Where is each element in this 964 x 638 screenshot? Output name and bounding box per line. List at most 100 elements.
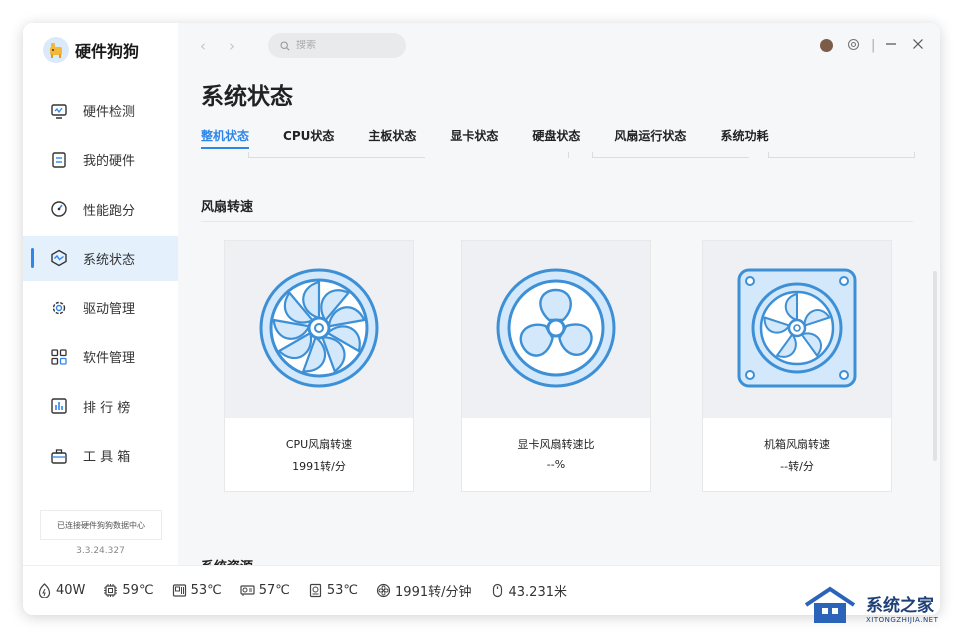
fan-card-gpu: 显卡风扇转速比 --% xyxy=(461,240,651,492)
card-edge xyxy=(768,157,915,158)
gear-icon xyxy=(50,299,68,317)
app-version: 3.3.24.327 xyxy=(76,546,125,556)
watermark-text-block: 系统之家 XITONGZHIJIA.NET xyxy=(866,591,938,624)
sidebar-item-label: 驱动管理 xyxy=(83,302,136,318)
avatar[interactable] xyxy=(820,39,833,52)
card-value: --% xyxy=(546,458,566,471)
gauge-icon xyxy=(50,200,68,218)
card-value: --转/分 xyxy=(780,460,814,473)
back-arrow-icon[interactable]: ‹ xyxy=(200,37,206,55)
stat-mouse-distance: 43.231米 xyxy=(490,581,568,600)
sidebar-item-my-hardware[interactable]: 我的硬件 xyxy=(23,137,178,182)
mouse-icon xyxy=(490,583,505,598)
sidebar-item-label: 性能跑分 xyxy=(83,203,136,219)
card-edge xyxy=(568,152,569,158)
disk-icon xyxy=(308,583,323,598)
card-value: 1991转/分 xyxy=(292,460,346,473)
stat-value: 59℃ xyxy=(122,583,154,598)
system-status-icon xyxy=(50,249,68,267)
forward-arrow-icon[interactable]: › xyxy=(229,37,235,55)
sidebar-item-benchmark[interactable]: 性能跑分 xyxy=(23,187,178,232)
connection-status: 已连接硬件狗狗数据中心 xyxy=(40,510,162,540)
section-title-fan-speed: 风扇转速 xyxy=(201,200,254,215)
title-bar: ‹ › | xyxy=(178,23,940,68)
tab-overall-status[interactable]: 整机状态 xyxy=(201,127,250,149)
close-icon[interactable] xyxy=(912,38,924,50)
watermark-subtitle: XITONGZHIJIA.NET xyxy=(866,615,939,624)
stat-motherboard-temp: 53℃ xyxy=(172,583,222,598)
stat-disk-temp: 53℃ xyxy=(308,583,358,598)
app-name: 硬件狗狗 xyxy=(75,42,140,61)
sidebar: 硬件狗狗 硬件检测 我的硬件 性能跑分 系统状态 驱动管理 软件管理 排 行 榜… xyxy=(23,23,178,565)
case-fan-icon xyxy=(735,266,859,394)
apps-grid-icon xyxy=(50,348,68,366)
sidebar-item-label: 硬件检测 xyxy=(83,105,136,120)
dog-logo-icon xyxy=(43,37,69,63)
stat-power: 40W xyxy=(37,583,85,598)
sidebar-item-label: 工 具 箱 xyxy=(83,450,131,466)
tab-power-consumption[interactable]: 系统功耗 xyxy=(720,127,768,149)
status-tabs: 整机状态 CPU状态 主板状态 显卡状态 硬盘状态 风扇运行状态 系统功耗 xyxy=(201,127,802,149)
scrollbar[interactable] xyxy=(933,271,937,461)
house-logo-icon xyxy=(800,585,860,629)
stat-value: 57℃ xyxy=(258,583,290,598)
cpu-fan-icon xyxy=(257,266,381,394)
tab-gpu-status[interactable]: 显卡状态 xyxy=(450,127,498,149)
monitor-icon xyxy=(50,102,68,120)
fan-icon xyxy=(376,583,391,598)
hardware-list-icon xyxy=(50,151,68,169)
cpu-chip-icon xyxy=(103,583,118,598)
app-window: 硬件狗狗 硬件检测 我的硬件 性能跑分 系统状态 驱动管理 软件管理 排 行 榜… xyxy=(23,23,940,615)
sidebar-item-system-status[interactable]: 系统状态 xyxy=(23,235,178,281)
watermark-title: 系统之家 xyxy=(866,595,934,616)
gpu-card-icon xyxy=(240,583,255,598)
stat-value: 53℃ xyxy=(190,583,222,598)
stat-fan-speed: 1991转/分钟 xyxy=(376,581,472,600)
card-edge xyxy=(592,157,749,158)
search-input[interactable] xyxy=(296,40,396,51)
settings-icon[interactable] xyxy=(847,38,860,51)
stat-cpu-temp: 59℃ xyxy=(103,583,154,598)
app-logo: 硬件狗狗 xyxy=(43,37,139,63)
sidebar-item-software-manage[interactable]: 软件管理 xyxy=(23,334,178,379)
minimize-icon[interactable] xyxy=(885,38,897,50)
power-icon xyxy=(37,583,52,598)
card-edge xyxy=(914,152,915,158)
toolbox-icon xyxy=(50,447,68,465)
motherboard-icon xyxy=(172,583,187,598)
sidebar-item-label: 我的硬件 xyxy=(83,154,136,170)
stat-value: 40W xyxy=(56,583,86,598)
section-title-system-resources: 系统资源 xyxy=(201,556,253,565)
ranking-icon xyxy=(50,397,68,415)
fan-card-case: 机箱风扇转速 --转/分 xyxy=(702,240,892,492)
sidebar-item-label: 软件管理 xyxy=(83,351,136,367)
card-edge xyxy=(248,157,425,158)
tab-disk-status[interactable]: 硬盘状态 xyxy=(532,127,580,149)
stat-value: 53℃ xyxy=(326,583,359,598)
sidebar-item-toolbox[interactable]: 工 具 箱 xyxy=(23,433,178,478)
page-title: 系统状态 xyxy=(201,84,293,110)
search-icon xyxy=(280,36,290,55)
card-label: 机箱风扇转速 xyxy=(764,438,830,451)
stat-gpu-temp: 57℃ xyxy=(240,583,290,598)
watermark: 系统之家 XITONGZHIJIA.NET xyxy=(800,585,938,629)
sidebar-item-label: 排 行 榜 xyxy=(83,400,131,416)
sidebar-nav: 硬件检测 我的硬件 性能跑分 系统状态 驱动管理 软件管理 排 行 榜 工 具 … xyxy=(23,88,178,482)
card-image xyxy=(462,241,650,418)
card-label: CPU风扇转速 xyxy=(285,438,353,451)
fan-card-cpu: CPU风扇转速 1991转/分 xyxy=(224,240,414,492)
section-divider xyxy=(201,221,913,222)
tab-fan-status[interactable]: 风扇运行状态 xyxy=(614,127,686,149)
tab-cpu-status[interactable]: CPU状态 xyxy=(283,127,334,149)
stat-value: 1991转/分钟 xyxy=(395,585,472,600)
main-content: ‹ › | 系统状态 整机状态 CPU状态 主板状态 显卡状态 硬盘状态 风扇运… xyxy=(178,23,940,565)
card-image xyxy=(703,241,891,418)
tab-motherboard-status[interactable]: 主板状态 xyxy=(368,127,416,149)
search-box[interactable] xyxy=(268,33,406,58)
stat-value: 43.231米 xyxy=(508,585,568,600)
sidebar-item-driver-manage[interactable]: 驱动管理 xyxy=(23,285,178,330)
sidebar-item-ranking[interactable]: 排 行 榜 xyxy=(23,384,178,429)
title-bar-divider: | xyxy=(871,38,876,53)
sidebar-item-hardware-check[interactable]: 硬件检测 xyxy=(23,88,178,133)
gpu-fan-icon xyxy=(494,266,618,394)
